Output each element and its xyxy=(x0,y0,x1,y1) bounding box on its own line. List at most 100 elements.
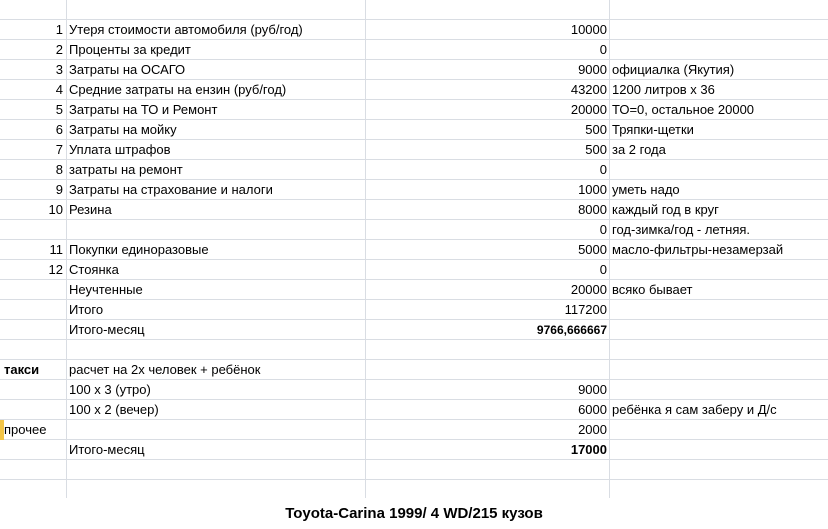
cell-a[interactable]: 11 xyxy=(0,240,66,260)
cell-b[interactable]: Затраты на мойку xyxy=(67,120,365,140)
cell-a[interactable] xyxy=(0,300,66,320)
cell-b[interactable]: Уплата штрафов xyxy=(67,140,365,160)
cell-b[interactable] xyxy=(67,460,365,480)
cell-a[interactable]: 8 xyxy=(0,160,66,180)
cell-b[interactable]: Стоянка xyxy=(67,260,365,280)
cell-c[interactable] xyxy=(366,0,609,20)
cell-a[interactable]: 6 xyxy=(0,120,66,140)
cell-c[interactable]: 17000 xyxy=(366,440,609,460)
cell-d[interactable] xyxy=(610,20,828,40)
cell-d[interactable] xyxy=(610,0,828,20)
cell-d[interactable]: масло-фильтры-незамерзай xyxy=(610,240,828,260)
cell-b[interactable]: 100 х 2 (вечер) xyxy=(67,400,365,420)
cell-c[interactable]: 0 xyxy=(366,40,609,60)
cell-a[interactable] xyxy=(0,320,66,340)
cell-b[interactable]: 100 х 3 (утро) xyxy=(67,380,365,400)
cell-a[interactable]: 1 xyxy=(0,20,66,40)
cell-b[interactable]: Итого xyxy=(67,300,365,320)
cell-a[interactable] xyxy=(0,340,66,360)
cell-c[interactable] xyxy=(366,480,609,500)
cell-a[interactable] xyxy=(0,460,66,480)
cell-a[interactable]: 9 xyxy=(0,180,66,200)
cell-b[interactable]: расчет на 2х человек + ребёнок xyxy=(67,360,365,380)
cell-c[interactable]: 117200 xyxy=(366,300,609,320)
cell-a[interactable]: такси xyxy=(0,360,66,380)
cell-c[interactable]: 43200 xyxy=(366,80,609,100)
cell-d[interactable] xyxy=(610,320,828,340)
cell-a[interactable] xyxy=(0,380,66,400)
cell-c[interactable]: 0 xyxy=(366,160,609,180)
cell-c[interactable]: 0 xyxy=(366,260,609,280)
cell-d[interactable]: за 2 года xyxy=(610,140,828,160)
cell-d[interactable] xyxy=(610,380,828,400)
cell-a[interactable]: прочее xyxy=(0,420,66,440)
cell-c[interactable]: 9000 xyxy=(366,60,609,80)
cell-d[interactable]: 1200 литров х 36 xyxy=(610,80,828,100)
cell-d[interactable] xyxy=(610,420,828,440)
cell-d[interactable]: официалка (Якутия) xyxy=(610,60,828,80)
cell-a[interactable] xyxy=(0,220,66,240)
cell-b[interactable]: Итого-месяц xyxy=(67,320,365,340)
cell-d[interactable] xyxy=(610,360,828,380)
cell-b[interactable]: Утеря стоимости автомобиля (руб/год) xyxy=(67,20,365,40)
cell-c[interactable]: 9000 xyxy=(366,380,609,400)
merged-title-cell[interactable]: Toyota-Carina 1999/ 4 WD/215 кузов xyxy=(0,498,828,529)
cell-d[interactable]: ребёнка я сам заберу и Д/с xyxy=(610,400,828,420)
cell-d[interactable]: год-зимка/год - летняя. xyxy=(610,220,828,240)
cell-d[interactable] xyxy=(610,260,828,280)
cell-d[interactable]: уметь надо xyxy=(610,180,828,200)
cell-c[interactable]: 6000 xyxy=(366,400,609,420)
cell-b[interactable] xyxy=(67,420,365,440)
cell-b[interactable]: Средние затраты на ензин (руб/год) xyxy=(67,80,365,100)
cell-b[interactable]: Итого-месяц xyxy=(67,440,365,460)
cell-b[interactable]: затраты на ремонт xyxy=(67,160,365,180)
cell-a[interactable]: 10 xyxy=(0,200,66,220)
cell-a[interactable]: 2 xyxy=(0,40,66,60)
cell-c[interactable]: 10000 xyxy=(366,20,609,40)
cell-a[interactable] xyxy=(0,480,66,500)
cell-a[interactable]: 12 xyxy=(0,260,66,280)
cell-c[interactable]: 5000 xyxy=(366,240,609,260)
cell-c[interactable] xyxy=(366,340,609,360)
cell-d[interactable]: Тряпки-щетки xyxy=(610,120,828,140)
cell-c[interactable]: 500 xyxy=(366,140,609,160)
cell-b[interactable]: Затраты на ТО и Ремонт xyxy=(67,100,365,120)
cell-d[interactable]: ТО=0, остальное 20000 xyxy=(610,100,828,120)
cell-b[interactable]: Затраты на ОСАГО xyxy=(67,60,365,80)
cell-b[interactable]: Покупки единоразовые xyxy=(67,240,365,260)
cell-d[interactable]: всяко бывает xyxy=(610,280,828,300)
cell-a[interactable]: 5 xyxy=(0,100,66,120)
cell-c[interactable]: 9766,666667 xyxy=(366,320,609,340)
cell-b[interactable]: Проценты за кредит xyxy=(67,40,365,60)
cell-a[interactable] xyxy=(0,280,66,300)
cell-d[interactable] xyxy=(610,440,828,460)
cell-d[interactable] xyxy=(610,460,828,480)
cell-a[interactable]: 7 xyxy=(0,140,66,160)
cell-c[interactable]: 2000 xyxy=(366,420,609,440)
cell-a[interactable] xyxy=(0,400,66,420)
cell-c[interactable] xyxy=(366,360,609,380)
cell-b[interactable]: Неучтенные xyxy=(67,280,365,300)
cell-d[interactable] xyxy=(610,480,828,500)
cell-c[interactable]: 0 xyxy=(366,220,609,240)
cell-b[interactable] xyxy=(67,220,365,240)
cell-a[interactable] xyxy=(0,0,66,20)
cell-a[interactable]: 4 xyxy=(0,80,66,100)
cell-b[interactable] xyxy=(67,480,365,500)
cell-b[interactable] xyxy=(67,0,365,20)
cell-d[interactable] xyxy=(610,40,828,60)
cell-b[interactable]: Затраты на страхование и налоги xyxy=(67,180,365,200)
cell-c[interactable]: 20000 xyxy=(366,280,609,300)
cell-c[interactable]: 20000 xyxy=(366,100,609,120)
cell-c[interactable]: 1000 xyxy=(366,180,609,200)
cell-d[interactable] xyxy=(610,340,828,360)
cell-c[interactable] xyxy=(366,460,609,480)
cell-d[interactable]: каждый год в круг xyxy=(610,200,828,220)
cell-b[interactable]: Резина xyxy=(67,200,365,220)
cell-c[interactable]: 8000 xyxy=(366,200,609,220)
cell-b[interactable] xyxy=(67,340,365,360)
cell-a[interactable] xyxy=(0,440,66,460)
cell-a[interactable]: 3 xyxy=(0,60,66,80)
cell-d[interactable] xyxy=(610,300,828,320)
cell-d[interactable] xyxy=(610,160,828,180)
